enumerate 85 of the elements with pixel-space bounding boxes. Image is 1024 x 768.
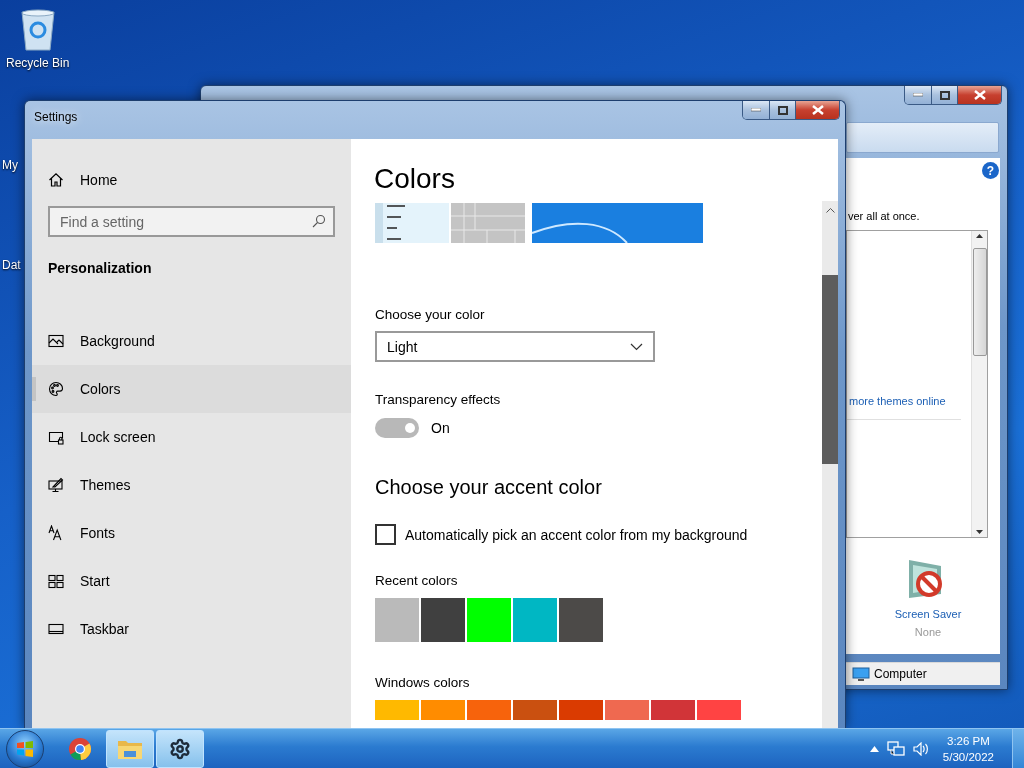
scroll-down-icon[interactable] <box>976 530 983 534</box>
color-mode-dropdown[interactable]: Light <box>375 331 655 362</box>
clock-time: 3:26 PM <box>947 733 990 749</box>
caret-up-icon[interactable] <box>869 745 879 752</box>
color-swatch[interactable] <box>513 700 557 720</box>
volume-icon[interactable] <box>912 741 929 756</box>
screen-saver-link[interactable]: Screen Saver <box>894 608 962 620</box>
monitor-icon <box>852 667 870 681</box>
desktop-icon-label[interactable]: Dat <box>2 258 21 272</box>
clock[interactable]: 3:26 PM 5/30/2022 <box>942 732 994 765</box>
taskbar-app[interactable] <box>156 729 204 768</box>
taskbar-icon <box>48 621 64 637</box>
desktop-icon-label[interactable]: My <box>2 158 18 172</box>
nav-item[interactable]: Fonts <box>32 509 351 557</box>
lock-screen-icon <box>48 429 64 445</box>
scroll-up-icon[interactable] <box>825 207 835 213</box>
color-swatch[interactable] <box>697 700 741 720</box>
color-swatch[interactable] <box>513 598 557 642</box>
show-desktop-button[interactable] <box>1012 728 1024 768</box>
toggle-state: On <box>431 420 450 436</box>
field-label: Recent colors <box>375 573 459 588</box>
scrollbar[interactable] <box>822 201 838 728</box>
home-link[interactable]: Home <box>32 169 351 191</box>
address-bar[interactable] <box>846 122 999 153</box>
color-swatch[interactable] <box>467 598 511 642</box>
windows-logo-icon <box>16 740 34 757</box>
close-button[interactable] <box>957 86 1001 104</box>
page-title: Colors <box>374 163 456 196</box>
color-swatch[interactable] <box>467 700 511 720</box>
status-text: Computer <box>874 667 927 681</box>
home-icon <box>48 172 64 188</box>
picture-icon <box>48 333 64 349</box>
nav-item[interactable]: Taskbar <box>32 605 351 653</box>
checkbox[interactable] <box>375 524 396 545</box>
search-icon <box>312 214 326 228</box>
minimize-icon <box>751 108 761 112</box>
color-swatch[interactable] <box>559 598 603 642</box>
scrollbar[interactable] <box>971 231 987 537</box>
scroll-up-icon[interactable] <box>976 234 983 238</box>
color-swatch[interactable] <box>375 598 419 642</box>
nav-item[interactable]: Background <box>32 317 351 365</box>
close-icon <box>811 105 824 115</box>
nav-item[interactable]: Lock screen <box>32 413 351 461</box>
browser-icon <box>68 736 92 761</box>
palette-icon <box>48 381 64 397</box>
chevron-down-icon <box>630 342 643 351</box>
section-heading: Choose your accent color <box>375 476 603 499</box>
brush-monitor-icon <box>48 477 64 493</box>
checkbox-label: Automatically pick an accent color from my background <box>405 526 748 543</box>
help-button[interactable]: ? <box>982 162 999 179</box>
color-swatch[interactable] <box>559 700 603 720</box>
nav-item[interactable]: Start <box>32 557 351 605</box>
maximize-icon <box>777 105 788 115</box>
fonts-icon <box>48 525 64 541</box>
themes-link[interactable]: more themes online <box>849 395 971 407</box>
scroll-thumb[interactable] <box>822 275 838 464</box>
color-swatch[interactable] <box>421 700 465 720</box>
nav-item[interactable]: Themes <box>32 461 351 509</box>
search-field[interactable]: Find a setting <box>48 206 335 237</box>
maximize-button[interactable] <box>931 86 957 104</box>
close-button[interactable] <box>795 101 839 119</box>
gear-icon <box>169 737 191 760</box>
section-heading: Personalization <box>48 260 153 276</box>
minimize-icon <box>913 93 923 97</box>
intro-text: ver all at once. <box>848 210 921 222</box>
clock-date: 5/30/2022 <box>942 749 994 765</box>
start-button[interactable] <box>6 729 44 768</box>
field-label: Windows colors <box>375 675 471 690</box>
close-icon <box>973 90 986 100</box>
color-swatch[interactable] <box>375 700 419 720</box>
window-title: Settings <box>34 110 78 124</box>
maximize-button[interactable] <box>769 101 795 119</box>
nav-item[interactable]: Colors <box>32 365 351 413</box>
color-swatch[interactable] <box>605 700 649 720</box>
maximize-icon <box>939 90 950 100</box>
scroll-thumb[interactable] <box>973 248 987 356</box>
color-swatch[interactable] <box>421 598 465 642</box>
field-label: Choose your color <box>375 307 486 322</box>
field-label: Transparency effects <box>375 392 502 407</box>
tiles-icon <box>48 573 64 589</box>
desktop-icon-label[interactable]: Recycle Bin <box>6 56 70 70</box>
color-swatch[interactable] <box>651 700 695 720</box>
network-icon[interactable] <box>886 740 905 757</box>
transparency-toggle[interactable] <box>375 418 419 438</box>
screen-saver-value: None <box>914 626 942 638</box>
